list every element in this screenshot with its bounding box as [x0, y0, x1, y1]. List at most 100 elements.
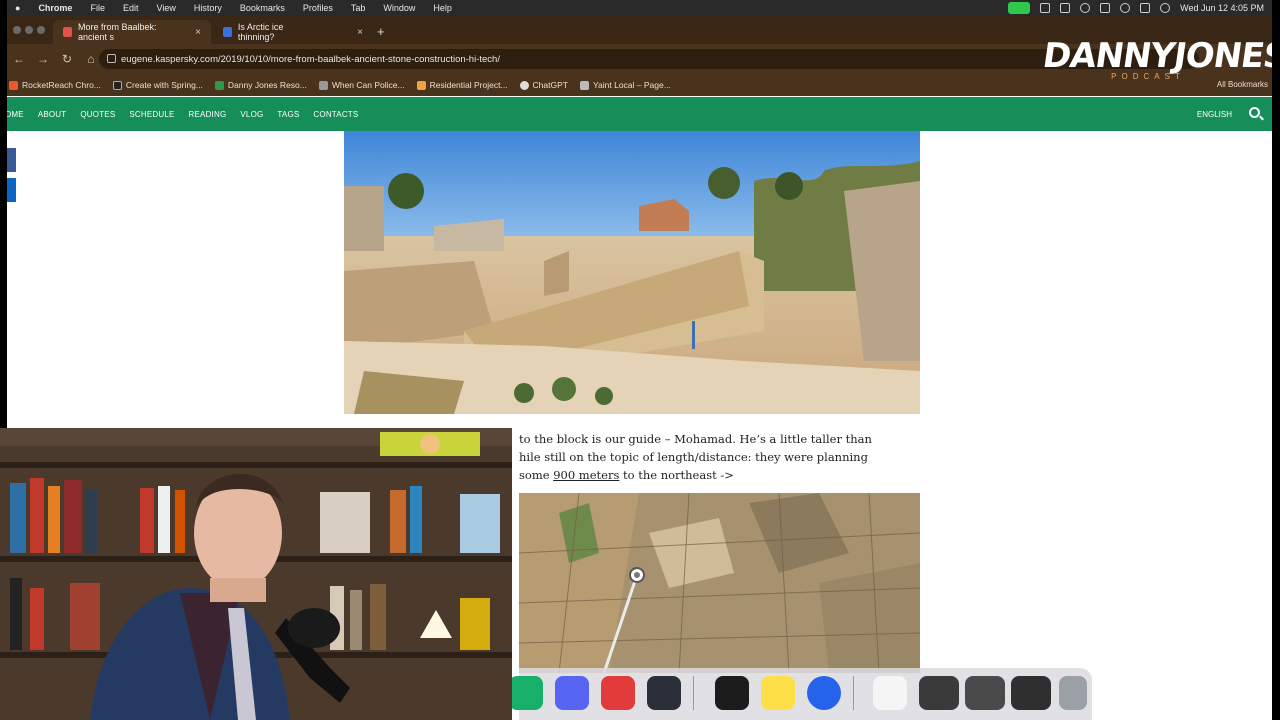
bookmark-chatgpt[interactable]: ChatGPT: [519, 80, 568, 90]
dock-separator: [853, 676, 854, 710]
window-thumbnail[interactable]: [919, 676, 959, 710]
language-switch[interactable]: ENGLISH: [1197, 110, 1232, 119]
creative-cloud-icon[interactable]: [1040, 3, 1051, 13]
address-bar[interactable]: eugene.kaspersky.com/2019/10/10/more-fro…: [99, 49, 1199, 69]
bookmark-label: Create with Spring...: [125, 80, 203, 90]
bookmark-yaint[interactable]: Yaint Local – Page...: [579, 80, 671, 90]
bookmark-label: Residential Project...: [429, 80, 508, 90]
article-line: to the block is our guide – Mohamad. He’…: [519, 432, 872, 446]
webcam-scene: [0, 428, 512, 720]
back-button[interactable]: ←: [7, 52, 31, 66]
screen-mirroring-icon[interactable]: [1060, 3, 1071, 13]
menu-window[interactable]: Window: [383, 3, 415, 13]
bookmark-favicon-icon: [214, 80, 224, 90]
bookmark-favicon-icon: [112, 80, 122, 90]
webcam-overlay: [0, 428, 512, 720]
podcast-icon[interactable]: [601, 676, 635, 710]
menubar-clock[interactable]: Wed Jun 12 4:05 PM: [1180, 3, 1264, 13]
apple-menu-icon[interactable]: ●: [15, 3, 20, 13]
forward-button[interactable]: →: [31, 52, 55, 66]
bookmark-favicon-icon: [579, 80, 589, 90]
macos-menubar: ● Chrome File Edit View History Bookmark…: [7, 0, 1272, 16]
bookmark-favicon-icon: [9, 80, 18, 90]
menu-history[interactable]: History: [194, 3, 222, 13]
search-icon[interactable]: [1120, 3, 1131, 13]
bookmark-favicon-icon: [416, 80, 426, 90]
davinci-resolve-icon[interactable]: [647, 676, 681, 710]
record-icon[interactable]: [1080, 3, 1091, 13]
bookmark-rocketreach[interactable]: RocketReach Chro...: [9, 80, 101, 90]
menu-view[interactable]: View: [156, 3, 175, 13]
linkedin-share-icon[interactable]: [7, 178, 16, 202]
wifi-icon[interactable]: [1100, 3, 1111, 13]
menu-file[interactable]: File: [90, 3, 105, 13]
facebook-share-icon[interactable]: [7, 148, 16, 172]
nav-tags[interactable]: TAGS: [277, 110, 299, 119]
bookmark-label: Yaint Local – Page...: [592, 80, 671, 90]
article-text: to the northeast ->: [619, 468, 734, 482]
tab-title: Is Arctic ice thinning?: [237, 22, 284, 42]
article-body: to the block is our guide – Mohamad. He’…: [519, 430, 919, 484]
bookmark-label: Danny Jones Reso...: [227, 80, 307, 90]
kaspersky-favicon-icon: [63, 27, 72, 37]
tab-title: More from Baalbek: ancient s: [77, 22, 157, 42]
article-photo-baalbek: [344, 131, 920, 414]
nav-contacts[interactable]: CONTACTS: [313, 110, 358, 119]
tab-close-icon[interactable]: ×: [357, 27, 363, 38]
new-tab-button[interactable]: +: [377, 24, 385, 39]
window-close-button[interactable]: [13, 26, 21, 34]
site-nav: HOME ABOUT QUOTES SCHEDULE READING VLOG …: [7, 97, 1272, 131]
menu-help[interactable]: Help: [433, 3, 452, 13]
menu-profiles[interactable]: Profiles: [303, 3, 333, 13]
window-thumbnail[interactable]: [1011, 676, 1051, 710]
nav-schedule[interactable]: SCHEDULE: [129, 110, 174, 119]
article-text: some: [519, 468, 554, 482]
piano-icon[interactable]: [715, 676, 749, 710]
menu-tab[interactable]: Tab: [351, 3, 366, 13]
bookmark-favicon-icon: [318, 80, 328, 90]
menu-bookmarks[interactable]: Bookmarks: [240, 3, 285, 13]
reload-button[interactable]: ↻: [55, 52, 79, 66]
tab-baalbek[interactable]: More from Baalbek: ancient s ×: [53, 20, 211, 44]
facetime-status-icon[interactable]: [1008, 2, 1031, 14]
bookmark-spring[interactable]: Create with Spring...: [112, 80, 203, 90]
bookmark-label: RocketReach Chro...: [22, 80, 101, 90]
photo-illustration: [344, 131, 920, 414]
window-zoom-button[interactable]: [37, 26, 45, 34]
shopify-window-thumbnail[interactable]: [873, 676, 907, 710]
map-illustration: [519, 493, 920, 673]
bookmark-residential[interactable]: Residential Project...: [416, 80, 508, 90]
window-minimize-button[interactable]: [25, 26, 33, 34]
distance-link[interactable]: 900 meters: [553, 468, 619, 482]
tab-arctic-ice[interactable]: Is Arctic ice thinning? ×: [213, 20, 373, 44]
nav-about[interactable]: ABOUT: [38, 110, 67, 119]
discord-icon[interactable]: [555, 676, 589, 710]
notes-icon[interactable]: [761, 676, 795, 710]
article-line: hile still on the topic of length/distan…: [519, 450, 868, 464]
app-menu[interactable]: Chrome: [38, 3, 72, 13]
site-search-icon[interactable]: [1249, 107, 1260, 118]
nav-reading[interactable]: READING: [189, 110, 227, 119]
dock-separator: [693, 676, 694, 710]
chatgpt-icon: [519, 80, 529, 90]
macos-dock: [509, 668, 1092, 720]
article-line: some 900 meters to the northeast ->: [519, 466, 919, 484]
logo-title: DANNYJONES: [1040, 36, 1272, 76]
nav-quotes[interactable]: QUOTES: [80, 110, 115, 119]
bookmark-police[interactable]: When Can Police...: [318, 80, 405, 90]
nav-home[interactable]: HOME: [7, 110, 24, 119]
bookmark-label: When Can Police...: [331, 80, 405, 90]
trash-icon[interactable]: [1059, 676, 1087, 710]
bookmark-label: ChatGPT: [532, 80, 568, 90]
quicktime-icon[interactable]: [807, 676, 841, 710]
tab-close-icon[interactable]: ×: [195, 27, 201, 38]
siri-icon[interactable]: [1160, 3, 1171, 13]
app-icon[interactable]: [509, 676, 543, 710]
nav-vlog[interactable]: VLOG: [240, 110, 263, 119]
bookmark-danny-jones[interactable]: Danny Jones Reso...: [214, 80, 307, 90]
site-info-icon[interactable]: [107, 54, 116, 63]
control-center-icon[interactable]: [1140, 3, 1151, 13]
window-thumbnail[interactable]: [965, 676, 1005, 710]
podcast-logo: DANNYJONES PODCAST: [1040, 36, 1272, 96]
menu-edit[interactable]: Edit: [123, 3, 139, 13]
